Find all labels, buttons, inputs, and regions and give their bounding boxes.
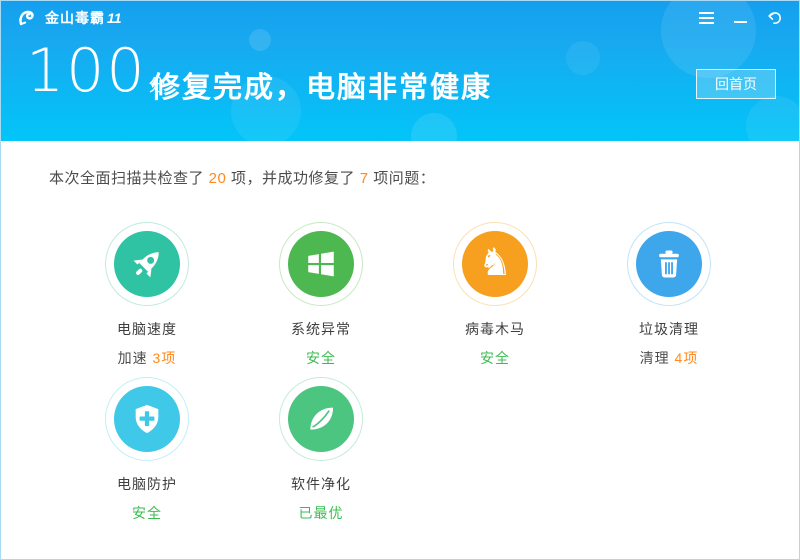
rocket-icon bbox=[114, 231, 180, 297]
titlebar[interactable]: 金山毒霸 11 bbox=[1, 1, 799, 35]
status-text: 清理 bbox=[640, 350, 675, 366]
item-label: 电脑速度 bbox=[117, 319, 177, 339]
item-status: 清理 4项 bbox=[640, 348, 699, 368]
decor-bubble bbox=[746, 96, 799, 141]
hero-header: 金山毒霸 11 100 分 修复完成，电脑非常健康 回首页 bbox=[1, 1, 799, 141]
result-grid: 电脑速度 加速 3项 系统异常 安全 bbox=[60, 222, 756, 532]
result-item-junk: 垃圾清理 清理 4项 bbox=[582, 222, 756, 377]
item-label: 垃圾清理 bbox=[639, 319, 699, 339]
back-icon[interactable] bbox=[763, 7, 785, 29]
icon-ring: ♞ bbox=[453, 222, 537, 306]
decor-bubble bbox=[411, 113, 457, 141]
checked-count: 20 bbox=[209, 170, 227, 187]
result-headline: 修复完成，电脑非常健康 bbox=[151, 64, 492, 106]
trash-icon bbox=[636, 231, 702, 297]
shield-plus-icon bbox=[114, 386, 180, 452]
scan-result-panel: 本次全面扫描共检查了 20 项，并成功修复了 7 项问题： bbox=[1, 167, 799, 532]
minimize-icon[interactable] bbox=[729, 7, 751, 29]
status-count-link[interactable]: 4项 bbox=[675, 350, 699, 366]
result-item-virus: ♞ 病毒木马 安全 bbox=[408, 222, 582, 377]
item-status: 加速 3项 bbox=[118, 348, 177, 368]
health-score: 100 分 bbox=[26, 41, 166, 101]
score-value: 100 bbox=[26, 41, 147, 101]
item-label: 电脑防护 bbox=[117, 474, 177, 494]
horse-icon: ♞ bbox=[462, 231, 528, 297]
icon-ring bbox=[627, 222, 711, 306]
status-safe: 安全 bbox=[306, 350, 336, 366]
result-item-protection: 电脑防护 安全 bbox=[60, 377, 234, 532]
status-safe: 已最优 bbox=[299, 505, 344, 521]
item-status: 已最优 bbox=[299, 503, 344, 523]
item-label: 系统异常 bbox=[291, 319, 351, 339]
icon-ring bbox=[279, 222, 363, 306]
item-status: 安全 bbox=[306, 348, 336, 368]
scan-summary: 本次全面扫描共检查了 20 项，并成功修复了 7 项问题： bbox=[49, 167, 799, 188]
item-label: 软件净化 bbox=[291, 474, 351, 494]
icon-ring bbox=[279, 377, 363, 461]
status-safe: 安全 bbox=[132, 505, 162, 521]
icon-ring bbox=[105, 377, 189, 461]
icon-ring bbox=[105, 222, 189, 306]
status-text: 加速 bbox=[118, 350, 153, 366]
item-status: 安全 bbox=[132, 503, 162, 523]
windows-icon bbox=[288, 231, 354, 297]
item-label: 病毒木马 bbox=[465, 319, 525, 339]
status-safe: 安全 bbox=[480, 350, 510, 366]
fixed-count: 7 bbox=[360, 170, 369, 187]
result-item-system: 系统异常 安全 bbox=[234, 222, 408, 377]
app-title: 金山毒霸 bbox=[45, 8, 105, 28]
app-logo-swirl-icon bbox=[17, 8, 37, 28]
leaf-icon bbox=[288, 386, 354, 452]
item-status: 安全 bbox=[480, 348, 510, 368]
decor-bubble bbox=[566, 41, 600, 75]
home-button[interactable]: 回首页 bbox=[696, 69, 776, 99]
summary-text: 项，并成功修复了 bbox=[226, 170, 359, 187]
knight-glyph: ♞ bbox=[478, 243, 512, 281]
result-item-speed: 电脑速度 加速 3项 bbox=[60, 222, 234, 377]
result-item-purify: 软件净化 已最优 bbox=[234, 377, 408, 532]
app-window: 金山毒霸 11 100 分 修复完成，电脑非常健康 回首页 本次全面扫描共 bbox=[0, 0, 800, 560]
app-version: 11 bbox=[107, 10, 122, 26]
summary-text: 本次全面扫描共检查了 bbox=[49, 170, 209, 187]
menu-icon[interactable] bbox=[695, 7, 717, 29]
summary-text: 项问题： bbox=[369, 170, 436, 187]
status-count-link[interactable]: 3项 bbox=[153, 350, 177, 366]
